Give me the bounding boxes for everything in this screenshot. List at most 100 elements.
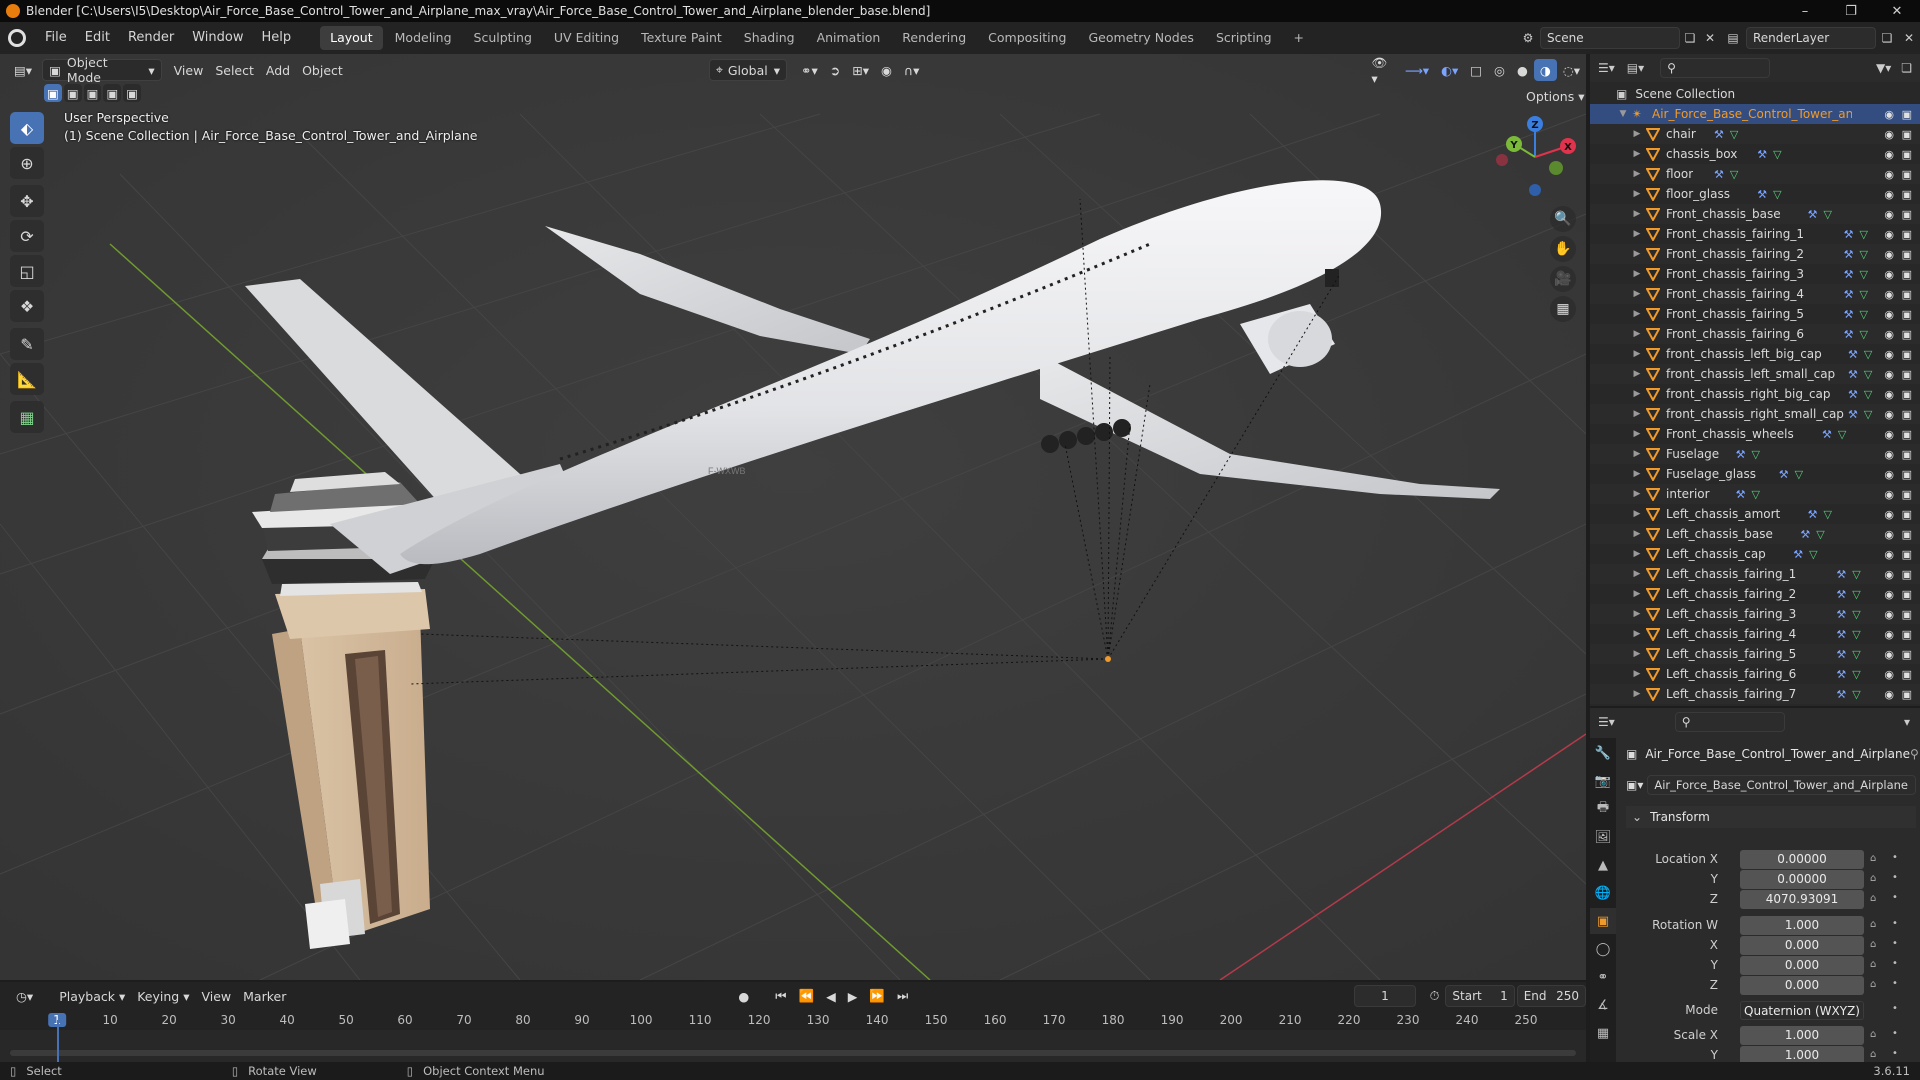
outliner-item[interactable]: ▶ Front_chassis_fairing_1 ⚒ ▽ ◉ ▣ [1590, 224, 1920, 244]
keyframe-dot-icon[interactable]: • [1892, 1003, 1898, 1014]
modifier-wrench-icon[interactable]: ⚒ [1736, 448, 1746, 461]
scale-icon[interactable]: ◱ [10, 255, 44, 287]
transform-value-field[interactable]: 0.00000 [1740, 850, 1864, 869]
outliner-item[interactable]: ▶ Front_chassis_fairing_3 ⚒ ▽ ◉ ▣ [1590, 264, 1920, 284]
outliner-scene-collection[interactable]: ▣ Scene Collection [1590, 84, 1920, 104]
mesh-data-icon[interactable]: ▽ [1773, 188, 1781, 201]
add-workspace-button[interactable]: + [1284, 26, 1314, 50]
modifier-wrench-icon[interactable]: ⚒ [1836, 688, 1846, 701]
editor-type-button[interactable]: ▤▾ [8, 59, 38, 81]
visibility-eye-icon[interactable]: ◉ [1884, 128, 1894, 141]
rotate-icon[interactable]: ⟳ [10, 220, 44, 252]
render-camera-icon[interactable]: ▣ [1902, 448, 1912, 461]
outliner-item[interactable]: ▶ front_chassis_left_big_cap ⚒ ▽ ◉ ▣ [1590, 344, 1920, 364]
mesh-data-icon[interactable]: ▽ [1859, 228, 1867, 241]
render-camera-icon[interactable]: ▣ [1902, 588, 1912, 601]
next-keyframe-icon[interactable]: ⏩ [863, 985, 891, 1007]
transform-value-field[interactable]: 1.000 [1740, 1026, 1864, 1045]
render-camera-icon[interactable]: ▣ [1902, 188, 1912, 201]
playhead-line[interactable] [57, 1020, 59, 1062]
render-camera-icon[interactable]: ▣ [1902, 508, 1912, 521]
visibility-eye-icon[interactable]: ◉ [1884, 448, 1894, 461]
outliner-item[interactable]: ▶ Fuselage ⚒ ▽ ◉ ▣ [1590, 444, 1920, 464]
cursor-icon[interactable]: ⊕ [10, 147, 44, 179]
render-camera-icon[interactable]: ▣ [1902, 248, 1912, 261]
new-layer-icon[interactable]: ❏ [1876, 31, 1898, 45]
rotation-mode-dropdown[interactable]: Quaternion (WXYZ) [1740, 1001, 1864, 1020]
expand-arrow-icon[interactable]: ▶ [1632, 369, 1642, 379]
new-scene-icon[interactable]: ❏ [1680, 31, 1700, 45]
current-frame-field[interactable]: 1 [1354, 985, 1416, 1007]
expand-arrow-icon[interactable]: ▶ [1632, 489, 1642, 499]
visibility-eye-icon[interactable]: ◉ [1884, 528, 1894, 541]
outliner-item[interactable]: ▶ Left_chassis_fairing_7 ⚒ ▽ ◉ ▣ [1590, 684, 1920, 704]
tab-scripting[interactable]: Scripting [1206, 26, 1282, 50]
clock-icon[interactable]: ⏱ [1424, 985, 1446, 1007]
prev-keyframe-icon[interactable]: ⏪ [793, 985, 821, 1007]
expand-arrow-icon[interactable]: ▶ [1632, 669, 1642, 679]
modifier-wrench-icon[interactable]: ⚒ [1714, 168, 1724, 181]
render-camera-icon[interactable]: ▣ [1902, 628, 1912, 641]
menu-select[interactable]: Select [209, 59, 260, 81]
expand-arrow-icon[interactable]: ▶ [1632, 229, 1642, 239]
render-camera-icon[interactable]: ▣ [1902, 308, 1912, 321]
modifier-wrench-icon[interactable]: ⚒ [1836, 568, 1846, 581]
outliner-item[interactable]: ▶ Front_chassis_fairing_4 ⚒ ▽ ◉ ▣ [1590, 284, 1920, 304]
tool-tab-icon[interactable]: 🔧 [1590, 740, 1616, 766]
visibility-eye-icon[interactable]: ◉ [1884, 468, 1894, 481]
mesh-data-icon[interactable]: ▽ [1864, 408, 1872, 421]
end-frame-field[interactable]: End 250 [1516, 985, 1587, 1007]
render-camera-icon[interactable]: ▣ [1902, 568, 1912, 581]
expand-arrow-icon[interactable]: ▶ [1632, 549, 1642, 559]
3d-viewport[interactable]: F-WXWB ▤▾ ▣ Object Mode ▾ View Select Ad… [0, 54, 1586, 980]
tab-compositing[interactable]: Compositing [978, 26, 1076, 50]
mesh-data-icon[interactable]: ▽ [1773, 148, 1781, 161]
mesh-data-icon[interactable]: ▽ [1864, 368, 1872, 381]
outliner-item[interactable]: ▶ Left_chassis_base ⚒ ▽ ◉ ▣ [1590, 524, 1920, 544]
snap-icon[interactable]: ➲ [824, 59, 846, 81]
outliner-item[interactable]: ▶ floor ⚒ ▽ ◉ ▣ [1590, 164, 1920, 184]
visibility-eye-icon[interactable]: ◉ [1884, 688, 1894, 701]
tab-animation[interactable]: Animation [807, 26, 891, 50]
menu-file[interactable]: File [36, 22, 76, 54]
visibility-eye-icon[interactable]: ◉ [1884, 668, 1894, 681]
mode-dropdown[interactable]: ▣ Object Mode ▾ [42, 55, 162, 85]
transform-value-field[interactable]: 1.000 [1740, 916, 1864, 935]
render-camera-icon[interactable]: ▣ [1902, 348, 1912, 361]
mesh-data-icon[interactable]: ▽ [1859, 308, 1867, 321]
tab-rendering[interactable]: Rendering [892, 26, 976, 50]
visibility-eye-icon[interactable]: ◉ [1884, 488, 1894, 501]
render-camera-icon[interactable]: ▣ [1902, 108, 1912, 121]
tab-sculpting[interactable]: Sculpting [464, 26, 542, 50]
modifier-wrench-icon[interactable]: ⚒ [1844, 288, 1854, 301]
visibility-eye-icon[interactable]: ◉ [1884, 148, 1894, 161]
keyframe-dot-icon[interactable]: • [1892, 852, 1898, 863]
visibility-eye-icon[interactable]: ◉ [1884, 428, 1894, 441]
chevron-down-icon[interactable]: ▾ [1904, 715, 1910, 729]
outliner-item[interactable]: ▶ Left_chassis_fairing_6 ⚒ ▽ ◉ ▣ [1590, 664, 1920, 684]
datablock-icon[interactable]: ▣▾ [1626, 778, 1643, 792]
render-camera-icon[interactable]: ▣ [1902, 368, 1912, 381]
modifier-wrench-icon[interactable]: ⚒ [1844, 308, 1854, 321]
keyframe-dot-icon[interactable]: • [1892, 958, 1898, 969]
outliner-item[interactable]: ▶ Left_chassis_amort ⚒ ▽ ◉ ▣ [1590, 504, 1920, 524]
falloff-icon[interactable]: ∩▾ [898, 59, 925, 81]
render-layer-field[interactable]: RenderLayer [1746, 27, 1876, 49]
modifier-wrench-icon[interactable]: ⚒ [1836, 648, 1846, 661]
play-reverse-icon[interactable]: ◀ [820, 985, 842, 1007]
keyframe-dot-icon[interactable]: • [1892, 872, 1898, 883]
expand-arrow-icon[interactable]: ▶ [1632, 409, 1642, 419]
outliner-item[interactable]: ▶ Front_chassis_fairing_5 ⚒ ▽ ◉ ▣ [1590, 304, 1920, 324]
mesh-data-icon[interactable]: ▽ [1852, 588, 1860, 601]
mesh-data-icon[interactable]: ▽ [1864, 348, 1872, 361]
expand-arrow-icon[interactable]: ▶ [1632, 289, 1642, 299]
timeline-menu-keying[interactable]: Keying ▾ [131, 985, 195, 1007]
outliner-item[interactable]: ▶Left_chassis_fairing_8⚒▽◉▣ [1590, 704, 1920, 706]
modifier-wrench-icon[interactable]: ⚒ [1793, 548, 1803, 561]
proportional-edit-icon[interactable]: ◉ [875, 59, 898, 81]
world-tab-icon[interactable]: 🌐 [1590, 880, 1616, 906]
visibility-eye-icon[interactable]: ◉ [1884, 568, 1894, 581]
expand-arrow-icon[interactable]: ▶ [1632, 389, 1642, 399]
viewport-scene[interactable]: F-WXWB [0, 54, 1586, 980]
outliner-item[interactable]: ▶ Left_chassis_fairing_3 ⚒ ▽ ◉ ▣ [1590, 604, 1920, 624]
